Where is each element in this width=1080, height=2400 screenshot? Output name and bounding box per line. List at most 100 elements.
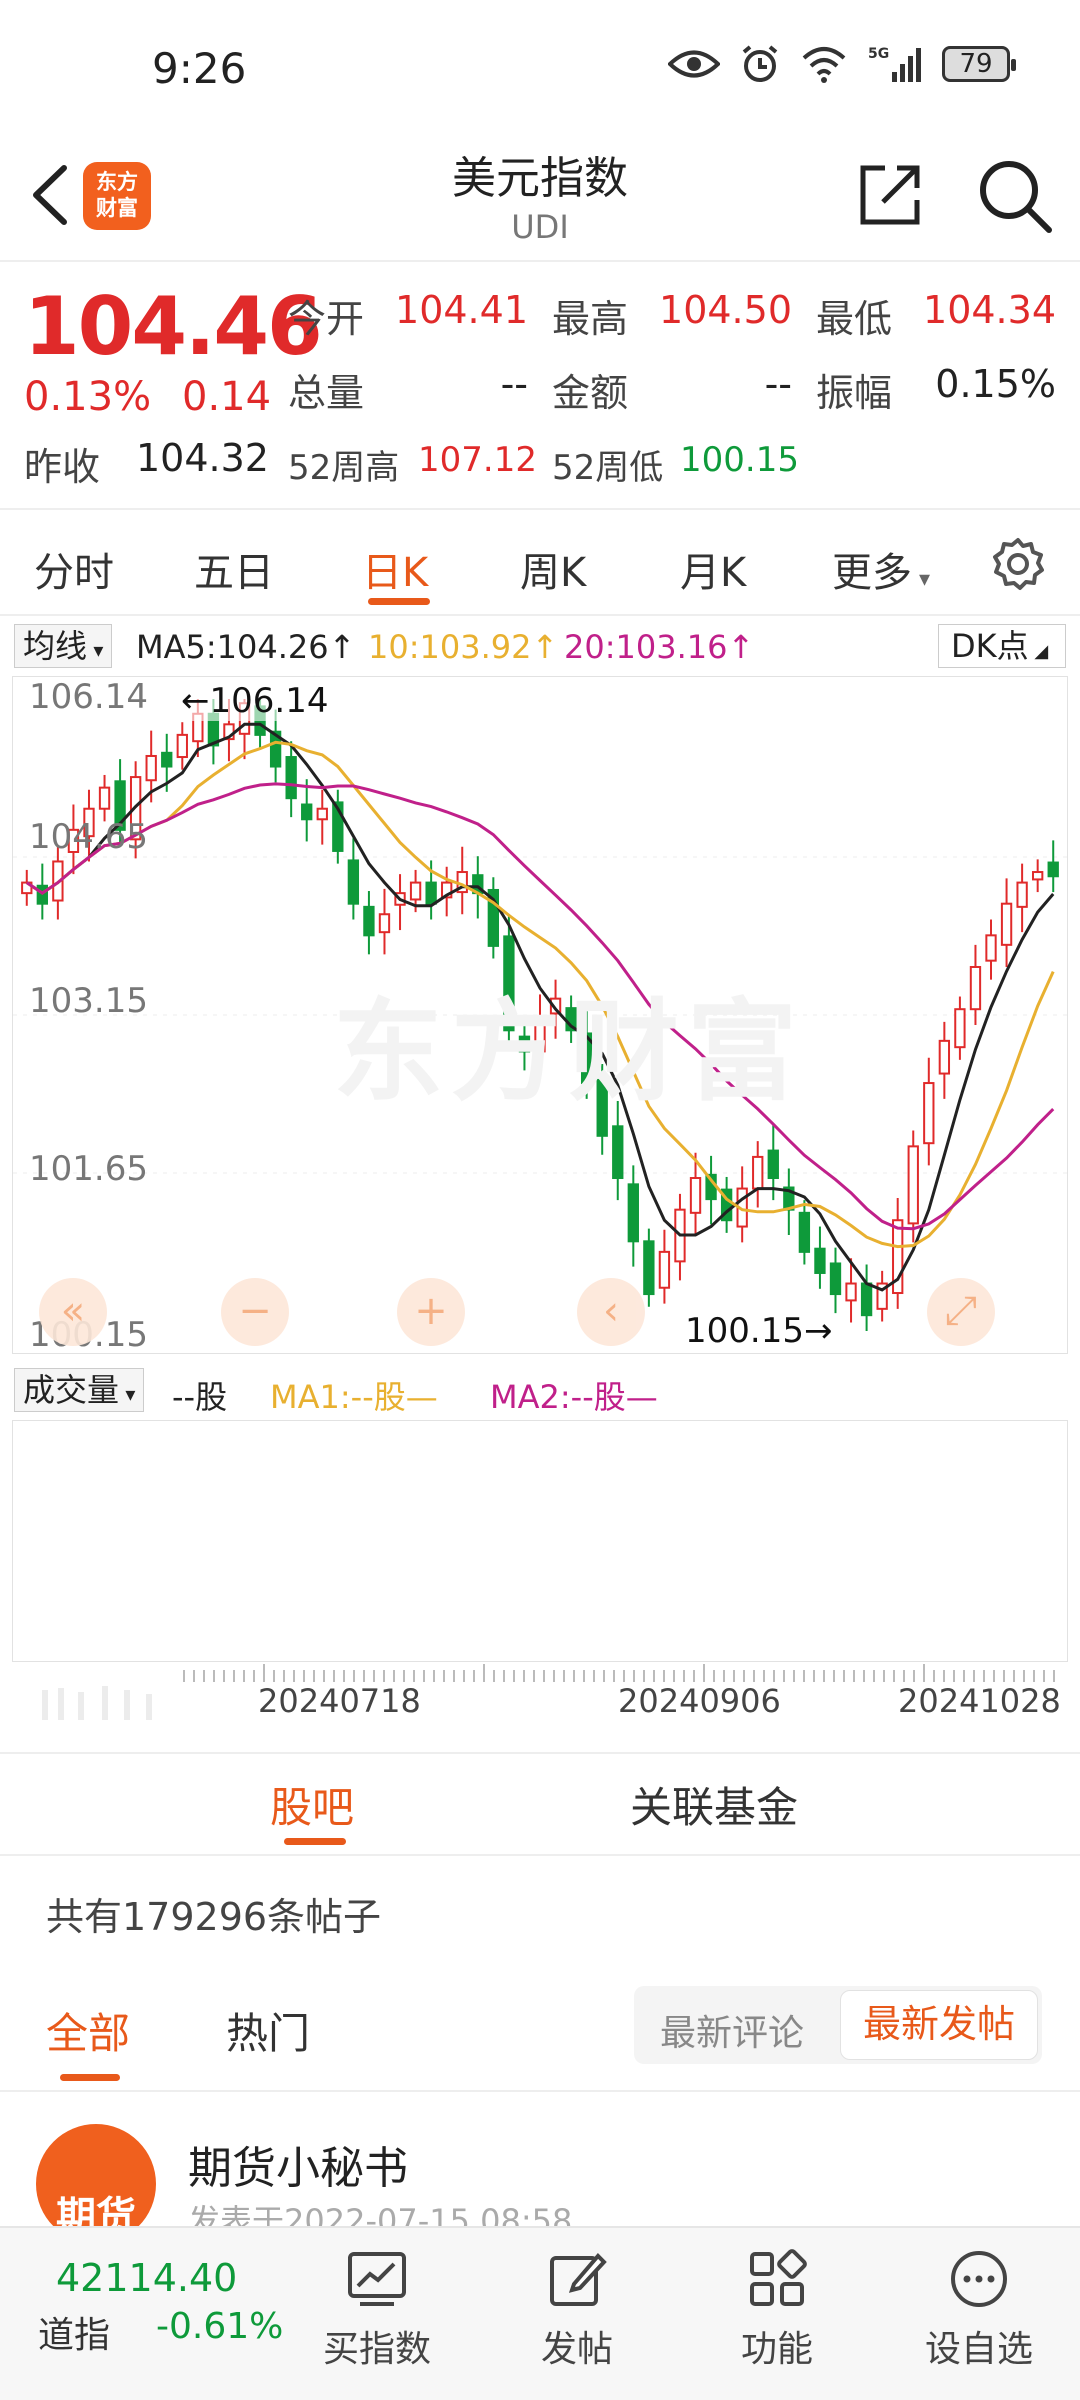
scroll-left-button[interactable]: «	[39, 1278, 107, 1346]
candle	[720, 1176, 733, 1233]
wifi-icon	[802, 47, 846, 83]
active-tab-indicator	[284, 1838, 346, 1845]
caret-down-icon: ▾	[87, 638, 104, 662]
change-percent: 0.13%	[24, 374, 152, 420]
x-axis-label-2: 20240906	[618, 1682, 781, 1720]
tab-related-funds[interactable]: 关联基金	[630, 1774, 798, 1835]
nav-buy-index[interactable]: 买指数	[302, 2240, 452, 2390]
section-divider	[0, 1752, 1080, 1754]
candle	[441, 866, 453, 917]
fullscreen-button[interactable]: ⤢	[927, 1278, 995, 1346]
zoom-in-button[interactable]: +	[397, 1278, 465, 1346]
candle	[1032, 859, 1044, 893]
low-label: 最低	[816, 297, 893, 341]
candle	[658, 1229, 671, 1304]
tab-weekly-k[interactable]: 周K	[520, 540, 586, 598]
volume-label: 总量	[288, 371, 365, 415]
candle	[829, 1247, 842, 1314]
ma10-value: 10:103.92↑	[368, 628, 559, 666]
candle	[1016, 863, 1028, 933]
candlestick-chart[interactable]: 东方财富 106.14 104.65 103.15 101.65 100.15 …	[12, 676, 1069, 1355]
period-tabs: 分时 五日 日K 周K 月K 更多 ▾	[0, 512, 1080, 616]
battery-icon: 79	[942, 46, 1016, 82]
search-icon[interactable]	[975, 156, 1055, 236]
amplitude-label: 振幅	[816, 371, 893, 415]
tab-more[interactable]: 更多 ▾	[832, 540, 930, 598]
candle	[21, 869, 33, 906]
caret-down-icon: ▾	[119, 1382, 136, 1406]
section-divider	[0, 2090, 1080, 2092]
quote-panel: 104.46 0.13% 0.14 今开 104.41 最高 104.50 最低…	[0, 264, 1080, 510]
status-icons: 5G 79	[668, 44, 1016, 84]
candle	[1047, 840, 1059, 893]
nav-label: 设自选	[924, 2329, 1033, 2370]
candle	[332, 789, 344, 864]
amount-value: --	[764, 362, 792, 406]
prev-close-value: 104.32	[136, 436, 269, 480]
y-axis-label-3: 103.15	[29, 981, 148, 1021]
filter-all[interactable]: 全部	[46, 2000, 130, 2061]
sort-latest-post[interactable]: 最新发帖	[840, 1990, 1038, 2060]
volume-chart[interactable]	[12, 1420, 1068, 1662]
ma-selector[interactable]: 均线 ▾	[14, 624, 113, 668]
caret-down-icon: ▾	[912, 567, 931, 592]
amount-label: 金额	[552, 371, 629, 415]
candle	[705, 1155, 717, 1225]
tab-five-day[interactable]: 五日	[194, 540, 274, 598]
share-icon[interactable]	[855, 160, 925, 230]
tab-daily-k[interactable]: 日K	[362, 540, 428, 598]
nav-add-watchlist[interactable]: 设自选	[904, 2240, 1054, 2390]
tab-stock-forum[interactable]: 股吧	[270, 1774, 354, 1835]
high-annotation: ←106.14	[181, 681, 329, 721]
step-left-button[interactable]: ‹	[577, 1278, 645, 1346]
volume-selector[interactable]: 成交量 ▾	[14, 1368, 145, 1412]
candle	[674, 1193, 686, 1281]
amplitude-value: 0.15%	[935, 362, 1056, 406]
last-price: 104.46	[24, 280, 323, 373]
bottom-navigation: 42114.40 道指 -0.61% 买指数 发帖 功能 设自选	[0, 2226, 1080, 2400]
open-value: 104.41	[395, 288, 528, 332]
candle	[954, 996, 966, 1060]
x-axis-ticks	[183, 1664, 1055, 1682]
candle	[752, 1141, 764, 1208]
volume-value: --	[500, 362, 528, 406]
active-filter-indicator	[60, 2074, 120, 2081]
nav-label: 买指数	[322, 2329, 431, 2370]
week52-low-label: 52周低	[552, 448, 664, 488]
week52-high-label: 52周高	[288, 448, 400, 488]
range-overview-strip[interactable]	[12, 1684, 172, 1724]
zoom-out-button[interactable]: −	[221, 1278, 289, 1346]
dow-index-name: 道指	[38, 2315, 111, 2356]
nav-post[interactable]: 发帖	[502, 2240, 652, 2390]
open-label: 今开	[288, 297, 365, 341]
gear-icon[interactable]	[990, 536, 1046, 592]
candle	[736, 1166, 748, 1243]
nav-functions[interactable]: 功能	[702, 2240, 852, 2390]
ma5-value: MA5:104.26↑	[136, 628, 356, 666]
eye-icon	[668, 50, 720, 78]
change-value: 0.14	[182, 374, 272, 420]
candle	[798, 1200, 811, 1265]
candle	[378, 888, 391, 955]
candle	[627, 1165, 639, 1267]
candle	[907, 1130, 919, 1243]
nav-label: 发帖	[540, 2329, 613, 2370]
section-divider	[0, 1854, 1080, 1856]
post-author[interactable]: 期货小秘书	[188, 2132, 408, 2196]
candle	[301, 779, 313, 842]
ma20-value: 20:103.16↑	[564, 628, 755, 666]
volume-indicator-bar: 成交量 ▾ --股 MA1:--股— MA2:--股—	[0, 1362, 1080, 1418]
tab-intraday[interactable]: 分时	[34, 540, 114, 598]
sort-latest-comment[interactable]: 最新评论	[660, 2004, 804, 2056]
dow-index-value[interactable]: 42114.40	[56, 2256, 237, 2300]
x-axis-label-3: 20241028	[898, 1682, 1061, 1720]
week52-high-value: 107.12	[418, 440, 537, 480]
low-annotation: 100.15→	[685, 1311, 833, 1351]
status-time: 9:26	[152, 44, 247, 93]
nav-label: 功能	[740, 2329, 813, 2370]
dk-point-button[interactable]: DK点 ◢	[938, 624, 1066, 668]
filter-hot[interactable]: 热门	[226, 2000, 310, 2061]
tab-monthly-k[interactable]: 月K	[680, 540, 746, 598]
corner-icon: ◢	[1028, 641, 1049, 662]
watermark: 东方财富	[333, 988, 805, 1116]
